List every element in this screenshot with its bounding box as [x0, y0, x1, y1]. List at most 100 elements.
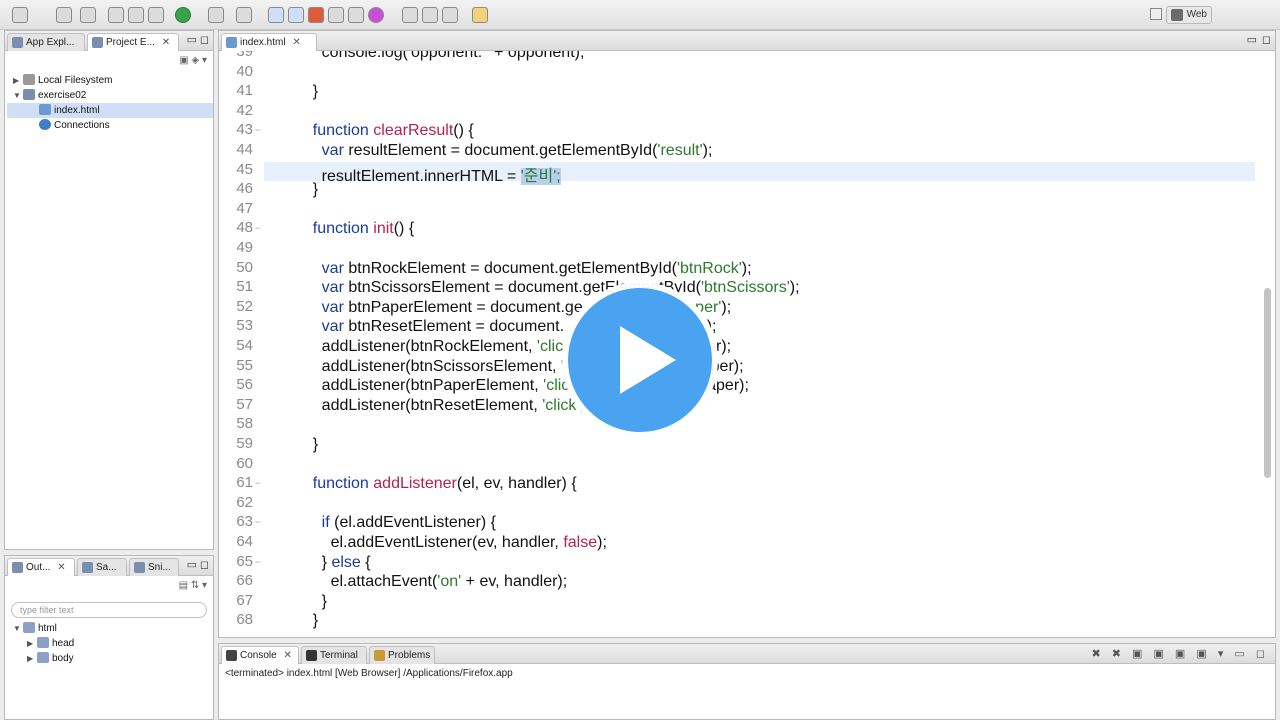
tab-samples[interactable]: Sa... [77, 558, 127, 576]
console-actions-icon[interactable]: ✖ ✖ ▣ ▣ ▣ ▣ ▾ ▭ ◻ [1091, 647, 1269, 660]
tab-outline[interactable]: Out... ✕ [7, 558, 75, 576]
code-line[interactable]: } else { [295, 554, 371, 572]
line-number: 67 [236, 591, 253, 609]
explorer-tabbar: App Expl... Project E... ✕ ▭ ◻ [5, 31, 213, 51]
editor-vertical-scrollbar[interactable] [1264, 288, 1271, 478]
editor-text-area[interactable]: 39 console.log('opponent: ' + opponent);… [219, 51, 1275, 637]
line-number: 57 [236, 395, 253, 413]
minimize-icon[interactable]: ▭ [1247, 34, 1257, 46]
refresh-icon[interactable] [128, 7, 144, 23]
outline-filter-input[interactable]: type filter text [11, 602, 207, 618]
fold-toggle-icon[interactable]: − [255, 478, 260, 488]
code-line[interactable]: var btnScissorsElement = document.getEle… [295, 279, 800, 297]
code-line[interactable]: var btnRockElement = document.getElement… [295, 260, 752, 278]
code-line[interactable]: function clearResult() { [295, 122, 474, 140]
tab-app-explorer[interactable]: App Expl... [7, 33, 85, 51]
tab-problems[interactable]: Problems [369, 646, 435, 664]
tab-project-explorer[interactable]: Project E... ✕ [87, 33, 179, 51]
collapse-icon[interactable]: ▼ [13, 621, 23, 636]
bolt-icon[interactable] [402, 7, 418, 23]
table-icon[interactable] [348, 7, 364, 23]
tree-item-exercise02[interactable]: ▼ exercise02 [13, 88, 213, 103]
gear-icon[interactable] [148, 7, 164, 23]
tree-item-connections[interactable]: Connections [7, 118, 213, 133]
view-menu-icon[interactable]: ▣ ◈ ▾ [179, 55, 207, 66]
project-icon [23, 89, 35, 100]
code-line[interactable]: addListener(btnResetElement, 'click', [295, 397, 584, 415]
code-line[interactable]: console.log('opponent: ' + opponent); [295, 51, 585, 62]
outline-node-html[interactable]: ▼ html [13, 621, 57, 636]
expand-icon[interactable]: ▶ [27, 651, 37, 666]
fold-toggle-icon[interactable]: − [255, 223, 260, 233]
tab-index-html[interactable]: index.html ✕ [221, 33, 317, 51]
code-line[interactable]: el.addEventListener(ev, handler, false); [295, 534, 607, 552]
code-token: } [295, 181, 319, 199]
print-icon[interactable] [80, 7, 96, 23]
tree-item-local-filesystem[interactable]: ▶ Local Filesystem [13, 73, 213, 88]
search-icon[interactable] [108, 7, 124, 23]
close-icon[interactable]: ✕ [292, 37, 300, 48]
outline-node-body[interactable]: ▶ body [27, 651, 74, 666]
sort-icon[interactable]: ▤ ⇅ ▾ [179, 580, 207, 591]
fold-toggle-icon[interactable]: − [255, 557, 260, 567]
record-icon[interactable] [308, 7, 324, 23]
code-line[interactable]: function addListener(el, ev, handler) { [295, 475, 577, 493]
run-icon[interactable] [175, 7, 191, 23]
tree-item-index-html[interactable]: index.html [7, 103, 213, 118]
close-icon[interactable]: ✕ [162, 37, 170, 48]
code-line[interactable]: } [295, 436, 318, 454]
html-file-icon [39, 104, 51, 115]
expand-icon[interactable]: ▶ [13, 73, 23, 88]
tab-label: Console [240, 650, 277, 661]
code-line[interactable]: } [295, 181, 318, 199]
code-line[interactable]: } [295, 612, 318, 630]
image-icon[interactable] [328, 7, 344, 23]
tab-terminal[interactable]: Terminal [301, 646, 367, 664]
text-icon[interactable] [442, 7, 458, 23]
code-token: ); [789, 279, 800, 297]
globe-icon [39, 119, 51, 130]
collapse-icon[interactable]: ▼ [13, 88, 23, 103]
minimize-icon[interactable]: ▭ [187, 34, 197, 46]
code-line[interactable]: var resultElement = document.getElementB… [295, 142, 713, 160]
code-token: () { [393, 220, 415, 238]
layout-icon[interactable] [268, 7, 284, 23]
line-number: 46 [236, 180, 253, 198]
web-perspective-button[interactable]: Web [1165, 6, 1212, 24]
code-line[interactable]: if (el.addEventListener) { [295, 514, 496, 532]
minimize-icon[interactable]: ▭ [187, 559, 197, 571]
code-line[interactable]: } [295, 593, 327, 611]
code-token: var [321, 142, 344, 159]
code-line[interactable]: resultElement.innerHTML = '준비'; [295, 162, 561, 186]
maximize-icon[interactable]: ◻ [1262, 34, 1271, 46]
deploy-icon[interactable] [236, 7, 252, 23]
play-icon[interactable] [568, 288, 712, 432]
tab-console[interactable]: Console ✕ [221, 646, 299, 664]
fold-toggle-icon[interactable]: − [255, 125, 260, 135]
stop-icon[interactable] [208, 7, 224, 23]
expand-icon[interactable]: ▶ [27, 636, 37, 651]
maximize-icon[interactable]: ◻ [200, 34, 209, 46]
line-number: 43 [236, 121, 253, 139]
maximize-icon[interactable]: ◻ [200, 559, 209, 571]
code-token: addListener [373, 475, 457, 493]
code-token: } [295, 612, 319, 630]
line-number: 59 [236, 435, 253, 452]
color-wheel-icon[interactable] [368, 7, 384, 23]
code-line[interactable]: el.attachEvent('on' + ev, handler); [295, 573, 568, 591]
close-icon[interactable]: ✕ [57, 562, 65, 573]
grid-icon[interactable] [422, 7, 438, 23]
open-perspective-icon[interactable] [1150, 8, 1162, 20]
code-line[interactable]: function init() { [295, 220, 414, 238]
fold-toggle-icon[interactable]: − [255, 517, 260, 527]
new-file-icon[interactable] [12, 7, 28, 23]
back-arrow-icon[interactable] [472, 7, 488, 23]
close-icon[interactable]: ✕ [283, 650, 291, 661]
tree-icon[interactable] [288, 7, 304, 23]
tab-snippets[interactable]: Sni... [129, 558, 179, 576]
save-icon[interactable] [56, 7, 72, 23]
outline-node-head[interactable]: ▶ head [27, 636, 74, 651]
code-line[interactable]: } [295, 83, 318, 101]
